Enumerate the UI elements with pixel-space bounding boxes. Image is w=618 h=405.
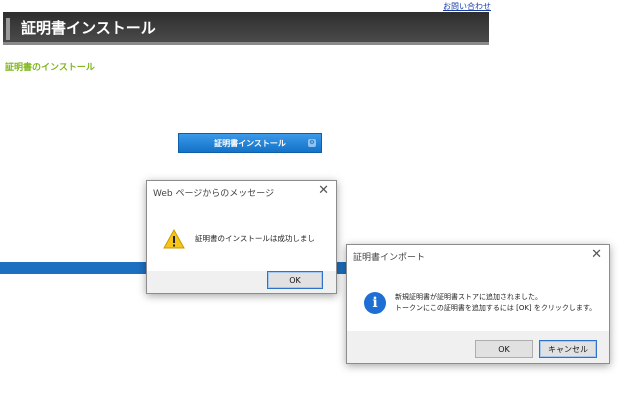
warning-icon xyxy=(163,229,185,249)
install-button-label: 証明書インストール xyxy=(214,138,286,148)
install-certificate-button[interactable]: 証明書インストール ⚙ xyxy=(178,133,322,153)
import-dialog-text: 新規証明書が証明書ストアに追加されました。 トークンにこの証明書を追加するには … xyxy=(395,292,596,314)
import-dialog-titlebar: 証明書インポート ✕ xyxy=(347,245,609,267)
progress-band xyxy=(0,262,146,274)
import-message-line-2: トークンにこの証明書を追加するには [OK] をクリックします。 xyxy=(395,304,597,312)
cancel-button[interactable]: キャンセル xyxy=(539,340,597,358)
close-icon[interactable]: ✕ xyxy=(591,247,602,262)
ok-button[interactable]: OK xyxy=(267,271,323,289)
gear-icon: ⚙ xyxy=(308,139,316,147)
certificate-import-dialog: 証明書インポート ✕ i 新規証明書が証明書ストアに追加されました。 トークンに… xyxy=(346,244,610,364)
header-accent-bar xyxy=(6,18,10,40)
import-message-line-1: 新規証明書が証明書ストアに追加されました。 xyxy=(395,293,542,301)
ok-button[interactable]: OK xyxy=(475,340,533,358)
page-header: 証明書インストール xyxy=(3,12,489,45)
import-dialog-title: 証明書インポート xyxy=(353,253,426,263)
section-title: 証明書のインストール xyxy=(5,63,95,73)
page-title: 証明書インストール xyxy=(21,19,156,37)
contact-link[interactable]: お問い合わせ xyxy=(443,1,491,12)
message-dialog-title: Web ページからのメッセージ xyxy=(153,189,275,199)
info-icon: i xyxy=(364,292,386,314)
message-dialog-text: 証明書のインストールは成功しまし xyxy=(195,234,315,243)
message-dialog-titlebar: Web ページからのメッセージ ✕ xyxy=(147,181,336,203)
close-icon[interactable]: ✕ xyxy=(318,183,329,198)
message-dialog: Web ページからのメッセージ ✕ 証明書のインストールは成功しまし OK xyxy=(146,180,337,294)
